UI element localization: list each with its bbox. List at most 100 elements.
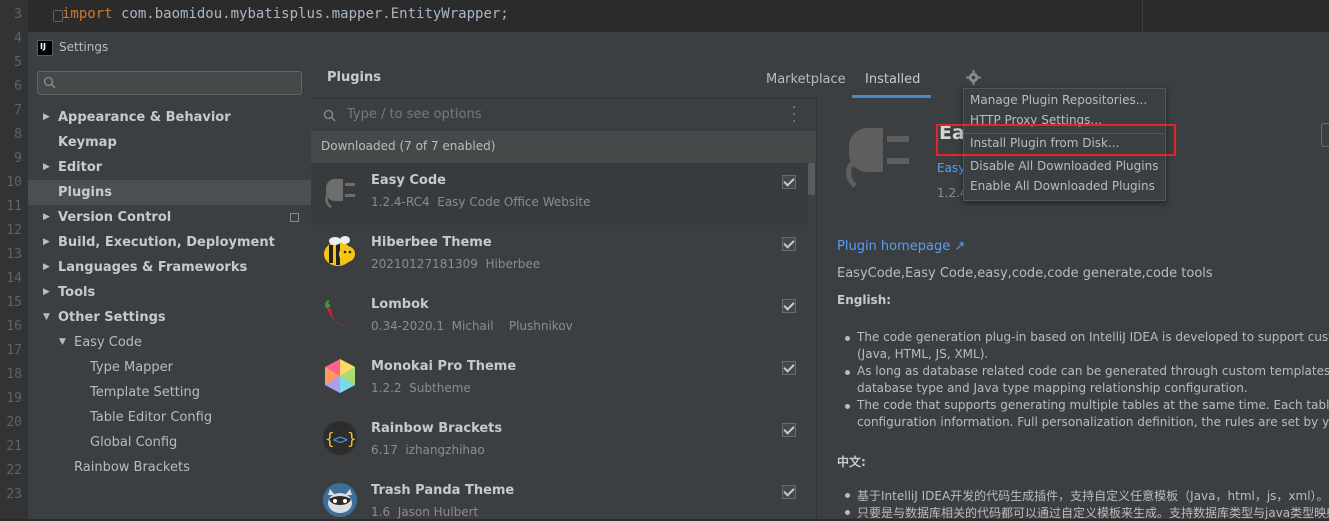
tree-item-type-mapper[interactable]: Type Mapper xyxy=(28,355,311,380)
tree-item-build[interactable]: ▶ Build, Execution, Deployment xyxy=(28,230,311,255)
scrollbar-thumb[interactable] xyxy=(808,163,815,195)
gear-icon[interactable] xyxy=(966,70,981,85)
tree-item-easy-code[interactable]: ▼ Easy Code xyxy=(28,330,311,355)
plugin-enabled-checkbox[interactable] xyxy=(782,361,796,375)
disable-button[interactable] xyxy=(1321,123,1329,147)
search-placeholder: Type / to see options xyxy=(347,107,482,122)
project-scope-icon xyxy=(290,213,299,222)
line-number: 11 xyxy=(6,199,22,214)
tree-item-label: Tools xyxy=(58,285,96,300)
bullet-line: 基于IntelliJ IDEA开发的代码生成插件，支持自定义任意模板（Java，… xyxy=(857,489,1329,503)
plugin-enabled-checkbox[interactable] xyxy=(782,175,796,189)
bullet-line: configuration information. Full personal… xyxy=(857,415,1329,429)
line-number: 17 xyxy=(6,343,22,358)
tree-item-label: Easy Code xyxy=(74,335,143,350)
tree-item-table-editor-config[interactable]: Table Editor Config xyxy=(28,405,311,430)
plugin-enabled-checkbox[interactable] xyxy=(782,299,796,313)
plugin-enabled-checkbox[interactable] xyxy=(782,485,796,499)
line-number: 5 xyxy=(14,55,22,70)
tree-item-label: Version Control xyxy=(58,210,172,225)
line-number: 10 xyxy=(6,175,22,190)
expand-arrow-icon[interactable]: ▶ xyxy=(43,230,50,255)
line-number: 3 xyxy=(14,7,22,22)
tab-marketplace[interactable]: Marketplace xyxy=(766,72,846,87)
plugin-homepage-link[interactable]: Plugin homepage ↗ xyxy=(837,239,965,254)
section-label: Downloaded (7 of 7 enabled) xyxy=(321,139,496,153)
settings-search-input[interactable] xyxy=(37,71,302,95)
tree-item-version-control[interactable]: ▶ Version Control xyxy=(28,205,311,230)
tree-item-label: Template Setting xyxy=(90,385,200,400)
plugin-item-rainbow-brackets[interactable]: {< >} Rainbow Brackets 6.17 izhangzhihao xyxy=(311,411,808,473)
code-keyword: import xyxy=(62,6,113,22)
plugin-item-hiberbee[interactable]: Hiberbee Theme 20210127181309 Hiberbee xyxy=(311,225,808,287)
chili-pepper-icon xyxy=(325,299,349,327)
bullet-line: (Java, HTML, JS, XML). xyxy=(857,347,989,361)
tree-item-languages[interactable]: ▶ Languages & Frameworks xyxy=(28,255,311,280)
expand-arrow-icon[interactable]: ▶ xyxy=(43,255,50,280)
expand-arrow-icon[interactable]: ▶ xyxy=(43,205,50,230)
code-line[interactable]: import com.baomidou.mybatisplus.mapper.E… xyxy=(34,0,1329,32)
plugin-meta: 20210127181309 Hiberbee xyxy=(371,257,541,271)
collapse-arrow-icon[interactable]: ▼ xyxy=(43,305,50,330)
line-number: 7 xyxy=(14,103,22,118)
line-number: 21 xyxy=(6,439,22,454)
highlight-box xyxy=(936,124,1176,156)
menu-item-enable-all[interactable]: Enable All Downloaded Plugins xyxy=(970,179,1155,193)
tree-item-global-config[interactable]: Global Config xyxy=(28,430,311,455)
plugin-item-easy-code[interactable]: Easy Code 1.2.4-RC4 Easy Code Office Web… xyxy=(311,163,808,225)
plug-icon xyxy=(846,128,909,188)
tab-installed[interactable]: Installed xyxy=(865,72,920,87)
tree-item-label: Table Editor Config xyxy=(90,410,213,425)
collapse-arrow-icon[interactable]: ▼ xyxy=(59,330,66,355)
tree-item-other-settings[interactable]: ▼ Other Settings xyxy=(28,305,311,330)
tree-item-label: Build, Execution, Deployment xyxy=(58,235,275,250)
plugin-name: Hiberbee Theme xyxy=(371,235,492,250)
editor-right-margin xyxy=(1142,0,1143,32)
tree-item-keymap[interactable]: Keymap xyxy=(28,130,311,155)
tree-item-label: Appearance & Behavior xyxy=(58,110,231,125)
plugin-search-input[interactable]: Type / to see options · · · xyxy=(311,99,816,131)
tree-item-label: Type Mapper xyxy=(90,360,174,375)
plugin-item-lombok[interactable]: Lombok 0.34-2020.1 Michail Plushnikov xyxy=(311,287,808,349)
menu-item-manage-repositories[interactable]: Manage Plugin Repositories... xyxy=(970,93,1147,107)
tree-item-tools[interactable]: ▶ Tools xyxy=(28,280,311,305)
tree-item-label: Languages & Frameworks xyxy=(58,260,248,275)
tree-item-appearance[interactable]: ▶ Appearance & Behavior xyxy=(28,105,311,130)
section-header: Downloaded (7 of 7 enabled) xyxy=(311,131,816,163)
search-icon xyxy=(323,109,336,122)
tree-item-editor[interactable]: ▶ Editor xyxy=(28,155,311,180)
brackets-icon: {< >} xyxy=(323,421,357,455)
plugin-name: Trash Panda Theme xyxy=(371,483,515,498)
line-number: 12 xyxy=(6,223,22,238)
line-number: 13 xyxy=(6,247,22,262)
expand-arrow-icon[interactable]: ▶ xyxy=(43,155,50,180)
raccoon-icon xyxy=(323,483,357,517)
plugin-list-scrollbar[interactable] xyxy=(807,163,816,519)
plugin-item-monokai[interactable]: Monokai Pro Theme 1.2.2 Subtheme xyxy=(311,349,808,411)
tree-item-template-setting[interactable]: Template Setting xyxy=(28,380,311,405)
menu-item-disable-all[interactable]: Disable All Downloaded Plugins xyxy=(970,159,1158,173)
plugin-enabled-checkbox[interactable] xyxy=(782,237,796,251)
more-vertical-icon[interactable]: · · · xyxy=(792,101,796,129)
plugin-name: Lombok xyxy=(371,297,429,312)
code-import-path: com.baomidou.mybatisplus.mapper.EntityWr… xyxy=(112,6,509,22)
plugin-name: Rainbow Brackets xyxy=(371,421,503,436)
plugin-meta: 1.2.4-RC4 Easy Code Office Website xyxy=(371,195,591,209)
bullet-line: The code that supports generating multip… xyxy=(857,398,1329,412)
chinese-heading: 中文: xyxy=(837,455,866,469)
intellij-icon: IJ xyxy=(37,40,53,56)
plugin-name: Easy Code xyxy=(371,173,446,188)
search-icon xyxy=(43,76,56,89)
tree-item-rainbow-brackets[interactable]: Rainbow Brackets xyxy=(28,455,311,480)
plug-icon xyxy=(325,179,355,208)
expand-arrow-icon[interactable]: ▶ xyxy=(43,280,50,305)
bullet-line: 只要是与数据库相关的代码都可以通过自定义模板来生成。支持数据库类型与java类型… xyxy=(857,506,1329,520)
plugin-vendor-link[interactable]: Easy xyxy=(937,161,965,175)
plugin-item-trash-panda[interactable]: Trash Panda Theme 1.6 Jason Hulbert xyxy=(311,473,808,519)
bullet-dot xyxy=(845,404,850,409)
plugin-enabled-checkbox[interactable] xyxy=(782,423,796,437)
tree-item-plugins[interactable]: Plugins xyxy=(28,180,311,205)
expand-arrow-icon[interactable]: ▶ xyxy=(43,105,50,130)
svg-text:}: } xyxy=(347,429,357,448)
bullet-dot xyxy=(845,510,850,515)
